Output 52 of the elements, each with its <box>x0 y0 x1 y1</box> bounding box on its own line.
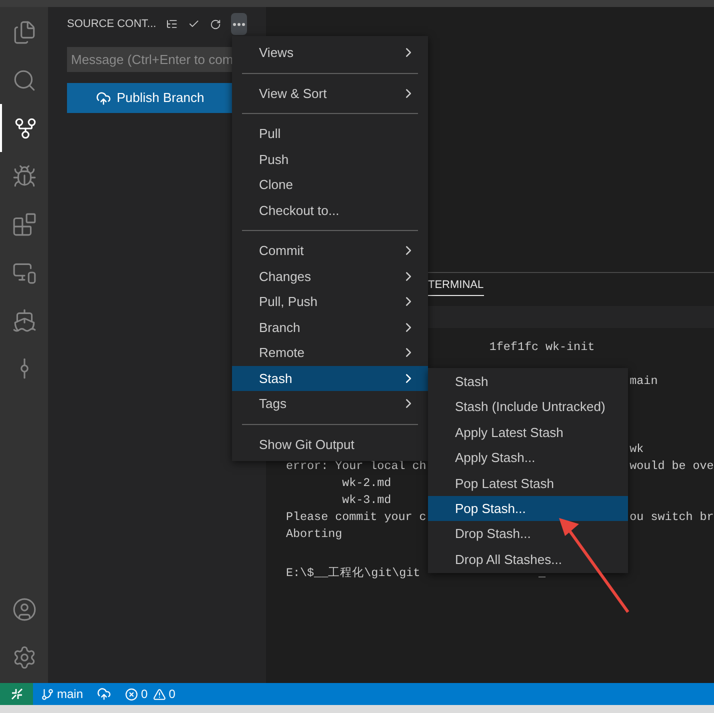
blocks-icon[interactable] <box>12 212 36 236</box>
search-icon[interactable] <box>12 68 36 92</box>
menu-item[interactable]: Branch <box>232 314 428 340</box>
branch-icon <box>41 688 54 700</box>
terminal-text: wk-2.md <box>342 475 392 492</box>
menu-item[interactable]: Show Git Output <box>232 432 428 457</box>
remote-icon <box>10 687 24 701</box>
terminal-text: E:\$__工程化\git\git <box>286 565 420 582</box>
error-icon <box>125 688 138 700</box>
more-button[interactable] <box>230 13 247 35</box>
error-count: 0 <box>141 686 148 703</box>
terminal-text: Aborting <box>286 526 342 543</box>
cloud-upload-icon[interactable] <box>97 687 112 701</box>
menu-item[interactable]: Apply Latest Stash <box>428 420 628 446</box>
menu-item[interactable]: Clone <box>232 172 428 198</box>
ship-icon[interactable] <box>12 308 36 332</box>
panel-title: SOURCE CONT... <box>67 16 156 32</box>
menu-item[interactable]: Pull <box>232 121 428 146</box>
terminal-text: Please commit your c <box>286 509 426 526</box>
terminal-text: error: Your local ch <box>286 458 426 475</box>
cloud-upload-icon <box>96 90 111 106</box>
settings-icon[interactable] <box>12 644 36 670</box>
problems-button[interactable]: 0 0 <box>117 685 184 703</box>
menu-item[interactable]: Pop Stash... <box>428 496 628 522</box>
bug-icon[interactable] <box>12 164 36 188</box>
menu-item[interactable]: Push <box>232 146 428 172</box>
terminal-text: wk <box>630 441 644 458</box>
menu-item[interactable]: Stash <box>428 369 628 394</box>
menu-item[interactable]: Drop Stash... <box>428 521 628 547</box>
terminal-text: wk-3.md <box>342 492 392 509</box>
menu-item[interactable]: Changes <box>232 264 428 289</box>
account-icon[interactable] <box>12 596 36 622</box>
menu-item[interactable]: Apply Stash... <box>428 445 628 471</box>
warning-count: 0 <box>168 686 176 703</box>
terminal-text: main <box>630 373 658 390</box>
remote-button[interactable] <box>0 683 33 705</box>
terminal-text: would be ove <box>630 458 714 475</box>
menu-item[interactable]: Stash <box>232 366 428 391</box>
menu-item[interactable]: Tags <box>232 391 428 416</box>
menu-item[interactable]: Remote <box>232 340 428 366</box>
terminal-text: 1fef1fc wk-init <box>489 339 595 356</box>
warning-icon <box>152 688 166 700</box>
branch-button[interactable]: main <box>33 685 92 703</box>
more-icon <box>232 22 245 26</box>
terminal-text: ou switch br <box>630 509 714 526</box>
menu-item[interactable]: Pull, Push <box>232 289 428 314</box>
menu-item[interactable]: Checkout to... <box>232 198 428 223</box>
menu-item[interactable]: Commit <box>232 238 428 264</box>
menu-item[interactable]: Pop Latest Stash <box>428 470 628 496</box>
menu-item[interactable]: Stash (Include Untracked) <box>428 394 628 420</box>
files-icon[interactable] <box>12 20 36 44</box>
branch-icon[interactable] <box>12 116 38 140</box>
